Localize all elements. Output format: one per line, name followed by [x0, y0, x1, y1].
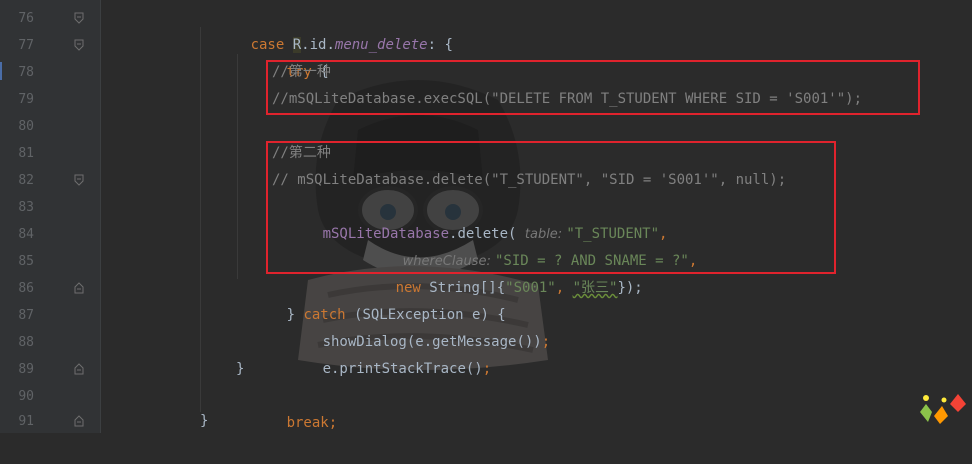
comment-execsql: //mSQLiteDatabase.execSQL("DELETE FROM T…: [272, 91, 863, 107]
brace-close: }: [200, 413, 209, 429]
line-number: 82: [18, 173, 34, 188]
code-line-90[interactable]: 90 break;: [0, 383, 972, 431]
line-number: 79: [18, 92, 34, 107]
line-number: 87: [18, 308, 34, 323]
code-line-80[interactable]: 80: [0, 113, 972, 140]
line-number: 80: [18, 119, 34, 134]
code-line-88[interactable]: 88 e.printStackTrace();: [0, 329, 972, 377]
fold-close-icon[interactable]: [74, 363, 84, 375]
code-line-87[interactable]: 87 showDialog(e.getMessage());: [0, 302, 972, 350]
code-line-77[interactable]: 77 try {: [0, 32, 972, 80]
line-number: 76: [18, 11, 34, 26]
decorative-sticker-icon: [920, 394, 966, 424]
line-number: 86: [18, 281, 34, 296]
line-number: 85: [18, 254, 34, 269]
code-line-81[interactable]: 81 //第二种: [0, 140, 972, 167]
comment-method-one: //第一种: [272, 64, 331, 80]
fold-close-icon[interactable]: [74, 415, 84, 427]
line-number: 89: [18, 362, 34, 377]
comment-method-two: //第二种: [272, 145, 331, 161]
code-line-85[interactable]: 85 new String[]{"S001", "张三"});: [0, 248, 972, 296]
code-line-91[interactable]: 91 }: [0, 408, 972, 435]
line-number: 88: [18, 335, 34, 350]
code-line-89[interactable]: 89 }: [0, 356, 972, 383]
fold-open-icon[interactable]: [74, 174, 84, 186]
line-number: 84: [18, 227, 34, 242]
code-line-84[interactable]: 84 whereClause: "SID = ? AND SNAME = ?",: [0, 221, 972, 269]
line-number: 91: [18, 414, 34, 429]
code-line-76[interactable]: 76 case R.id.menu_delete: {: [0, 5, 972, 53]
line-number: 78: [18, 65, 34, 80]
brace-close: }: [236, 361, 245, 377]
fold-open-icon[interactable]: [74, 12, 84, 24]
comment-delete-call: // mSQLiteDatabase.delete("T_STUDENT", "…: [272, 172, 787, 188]
code-line-79[interactable]: 79 //mSQLiteDatabase.execSQL("DELETE FRO…: [0, 86, 972, 113]
code-line-82[interactable]: 82 // mSQLiteDatabase.delete("T_STUDENT"…: [0, 167, 972, 194]
code-editor[interactable]: 76 case R.id.menu_delete: { 77 try { 78 …: [0, 0, 972, 433]
code-line-78[interactable]: 78 //第一种: [0, 59, 972, 86]
line-number: 81: [18, 146, 34, 161]
fold-open-icon[interactable]: [74, 39, 84, 51]
code-line-83[interactable]: 83 mSQLiteDatabase.delete( table: "T_STU…: [0, 194, 972, 242]
line-number: 90: [18, 389, 34, 404]
fold-close-icon[interactable]: [74, 282, 84, 294]
code-line-86[interactable]: 86 } catch (SQLException e) {: [0, 275, 972, 323]
line-number: 77: [18, 38, 34, 53]
line-number: 83: [18, 200, 34, 215]
